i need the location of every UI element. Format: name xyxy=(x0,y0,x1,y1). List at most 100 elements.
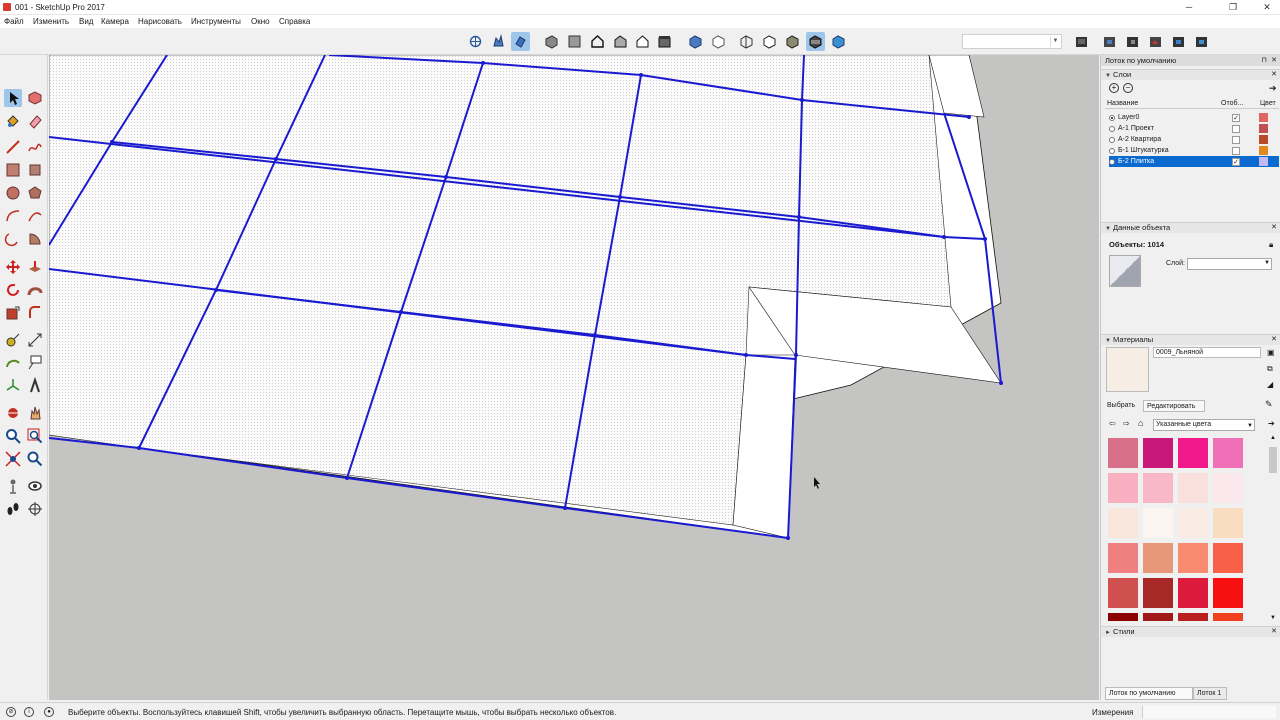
panel-close-icon[interactable]: ✕ xyxy=(1271,223,1277,233)
back-edges-icon[interactable] xyxy=(709,32,728,51)
pie-icon[interactable] xyxy=(26,230,44,248)
material-swatch[interactable] xyxy=(1143,473,1173,503)
eraser-icon[interactable] xyxy=(26,112,44,130)
walk-icon[interactable] xyxy=(4,500,22,518)
material-swatch[interactable] xyxy=(1108,438,1138,468)
three-point-arc-icon[interactable] xyxy=(4,230,22,248)
wireframe-icon[interactable] xyxy=(737,32,756,51)
panel-close-icon[interactable]: ✕ xyxy=(1271,335,1277,345)
text-tool-icon[interactable] xyxy=(26,354,44,372)
xray-icon[interactable] xyxy=(686,32,705,51)
credits-icon[interactable]: i xyxy=(24,707,34,717)
material-swatch[interactable] xyxy=(1213,613,1243,621)
monochrome-icon[interactable] xyxy=(829,32,848,51)
pan-icon[interactable] xyxy=(489,32,508,51)
material-swatch[interactable] xyxy=(1213,578,1243,608)
col-name[interactable]: Название xyxy=(1107,100,1138,107)
create-material-icon[interactable]: ⧉ xyxy=(1267,364,1273,374)
material-swatch[interactable] xyxy=(1213,508,1243,538)
push-pull-icon[interactable] xyxy=(26,258,44,276)
material-swatch[interactable] xyxy=(1178,508,1208,538)
tray-tab-1[interactable]: Лоток 1 xyxy=(1193,687,1227,700)
rotate-icon[interactable] xyxy=(4,281,22,299)
material-swatch[interactable] xyxy=(1178,438,1208,468)
visibility-checkbox[interactable] xyxy=(1232,147,1240,155)
layer-row[interactable]: Б-2 Плитка ✓ xyxy=(1109,156,1279,167)
offset-icon[interactable] xyxy=(26,304,44,322)
material-swatch[interactable] xyxy=(1143,508,1173,538)
two-point-arc-icon[interactable] xyxy=(26,207,44,225)
user-icon[interactable]: ● xyxy=(44,707,54,717)
protractor-icon[interactable] xyxy=(4,354,22,372)
material-swatch[interactable] xyxy=(1213,438,1243,468)
zoom-window-icon[interactable] xyxy=(26,427,44,445)
look-around-icon[interactable] xyxy=(26,477,44,495)
zoom-extents-icon[interactable] xyxy=(4,450,22,468)
rectangle-icon[interactable] xyxy=(4,161,22,179)
material-swatch[interactable] xyxy=(1178,578,1208,608)
material-swatch[interactable] xyxy=(1108,543,1138,573)
maximize-button[interactable]: ❐ xyxy=(1220,0,1246,15)
display-secondary-icon[interactable]: ▣ xyxy=(1267,348,1275,357)
layer-row[interactable]: А-1 Проект xyxy=(1109,123,1279,134)
menu-edit[interactable]: Изменить xyxy=(33,17,69,26)
axes-icon[interactable] xyxy=(4,377,22,395)
arc-icon[interactable] xyxy=(4,207,22,225)
material-swatch[interactable] xyxy=(1143,578,1173,608)
active-layer-radio[interactable] xyxy=(1109,137,1115,143)
back-arrow-icon[interactable]: ⇦ xyxy=(1109,419,1116,428)
hidden-line-icon[interactable] xyxy=(760,32,779,51)
orbit-icon[interactable] xyxy=(466,32,485,51)
back-view-icon[interactable] xyxy=(633,32,652,51)
left-view-icon[interactable] xyxy=(655,32,674,51)
sample-paint-icon[interactable]: ◢ xyxy=(1267,380,1273,389)
material-swatch[interactable] xyxy=(1108,613,1138,621)
menu-draw[interactable]: Нарисовать xyxy=(138,17,182,26)
position-camera-icon[interactable] xyxy=(4,477,22,495)
active-layer-radio[interactable] xyxy=(1109,148,1115,154)
layer-color-swatch[interactable] xyxy=(1259,157,1268,166)
material-swatch[interactable] xyxy=(1178,473,1208,503)
menu-file[interactable]: Файл xyxy=(4,17,24,26)
line-tool-icon[interactable] xyxy=(4,138,22,156)
material-swatch[interactable] xyxy=(1213,543,1243,573)
layer-row[interactable]: А-2 Квартира xyxy=(1109,134,1279,145)
select-tool-icon[interactable] xyxy=(4,89,22,107)
iso-view-icon[interactable] xyxy=(542,32,561,51)
menu-help[interactable]: Справка xyxy=(279,17,310,26)
dimension-icon[interactable] xyxy=(26,331,44,349)
model-viewport[interactable] xyxy=(49,55,1099,700)
get-models-icon[interactable] xyxy=(1146,32,1165,51)
active-layer-radio[interactable] xyxy=(1109,159,1115,165)
menu-tools[interactable]: Инструменты xyxy=(191,17,241,26)
material-swatch[interactable] xyxy=(1178,613,1208,621)
extension-icon[interactable] xyxy=(1100,32,1119,51)
menu-view[interactable]: Вид xyxy=(79,17,93,26)
share-component-icon[interactable] xyxy=(1169,32,1188,51)
scene-dropdown[interactable]: ▼ xyxy=(962,34,1062,49)
layers-panel-header[interactable]: ▼ Слои ✕ xyxy=(1101,69,1280,80)
scale-icon[interactable] xyxy=(4,304,22,322)
material-swatch[interactable] xyxy=(1108,508,1138,538)
visibility-checkbox[interactable]: ✓ xyxy=(1232,158,1240,166)
visibility-checkbox[interactable]: ✓ xyxy=(1232,114,1240,122)
rotated-rectangle-icon[interactable] xyxy=(26,161,44,179)
material-swatch[interactable] xyxy=(1178,543,1208,573)
visibility-checkbox[interactable] xyxy=(1232,125,1240,133)
top-view-icon[interactable] xyxy=(565,32,584,51)
close-button[interactable]: ✕ xyxy=(1254,0,1280,15)
menu-camera[interactable]: Камера xyxy=(101,17,129,26)
collection-dropdown[interactable]: Указанные цвета ▼ xyxy=(1153,419,1255,431)
col-visible[interactable]: Отоб... xyxy=(1221,100,1243,107)
orbit-tool-icon[interactable] xyxy=(4,404,22,422)
paint-bucket-icon[interactable] xyxy=(4,112,22,130)
share-model-icon[interactable] xyxy=(1123,32,1142,51)
measurements-input[interactable] xyxy=(1142,706,1276,718)
section-plane-icon[interactable] xyxy=(26,500,44,518)
styles-header[interactable]: ► Стили ✕ xyxy=(1101,626,1280,637)
freehand-icon[interactable] xyxy=(26,138,44,156)
details-arrow-icon[interactable]: ➔ xyxy=(1268,419,1275,428)
layer-color-swatch[interactable] xyxy=(1259,135,1268,144)
geo-location-icon[interactable]: ⊘ xyxy=(6,707,16,717)
pan-tool-icon[interactable] xyxy=(26,404,44,422)
